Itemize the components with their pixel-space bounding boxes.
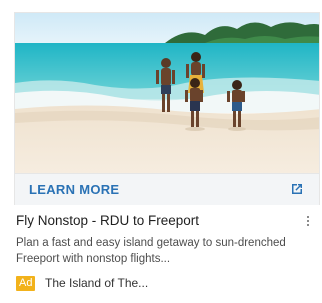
ad-image[interactable]	[14, 12, 320, 174]
ad-badge: Ad	[16, 276, 36, 291]
ad-headline[interactable]: Fly Nonstop - RDU to Freeport	[16, 213, 199, 228]
learn-more-label: LEARN MORE	[29, 182, 120, 197]
open-in-new-icon[interactable]	[289, 181, 305, 197]
more-vert-icon[interactable]	[304, 214, 312, 230]
beach-family-photo	[15, 13, 319, 173]
ad-description: Plan a fast and easy island getaway to s…	[16, 237, 286, 265]
advertiser-name[interactable]: The Island of The...	[45, 276, 148, 291]
learn-more-button[interactable]: LEARN MORE	[14, 174, 320, 205]
ad-card[interactable]: LEARN MORE Fly Nonstop - RDU to Freeport…	[0, 0, 322, 303]
